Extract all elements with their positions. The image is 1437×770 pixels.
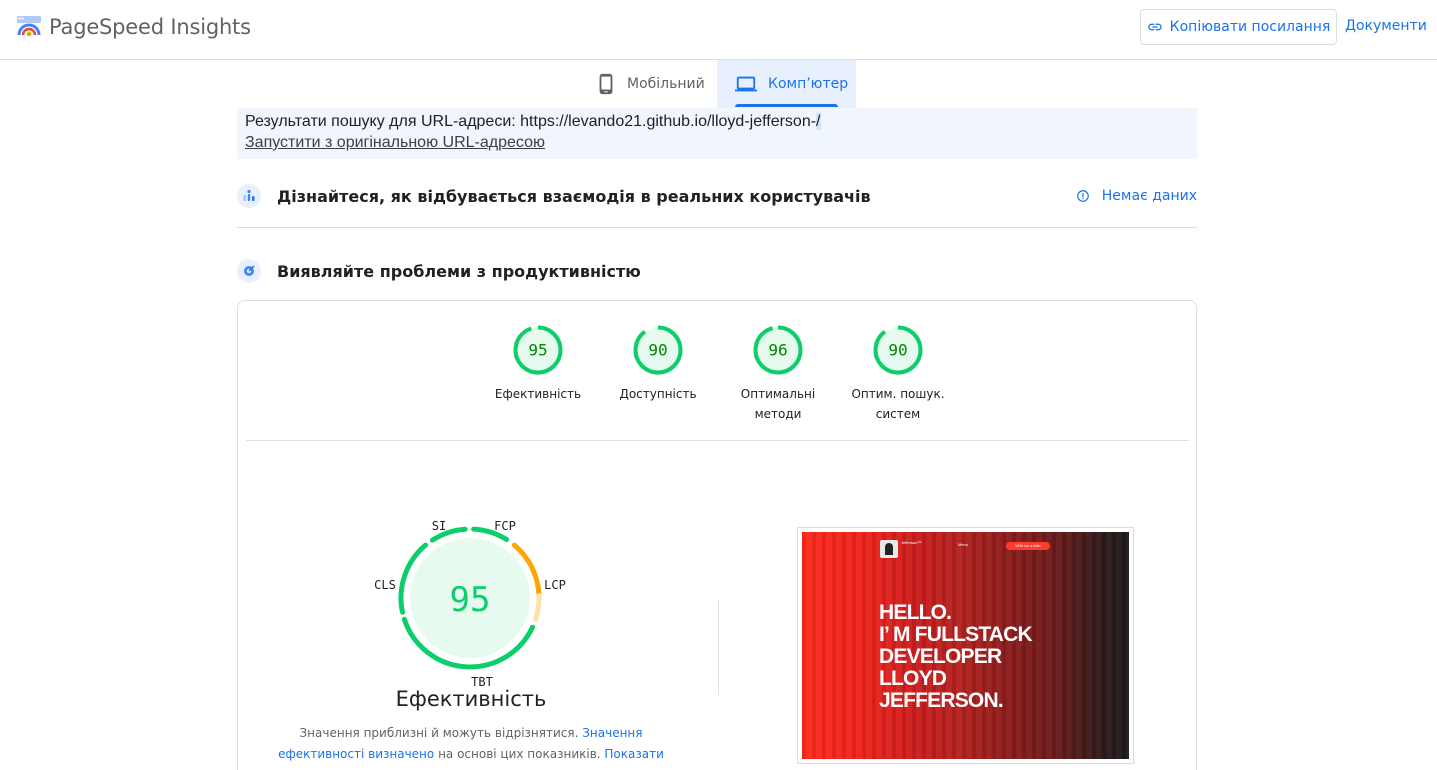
gauge-segment-lcp-rest (533, 593, 542, 622)
no-data-status[interactable]: Немає даних (1076, 188, 1197, 204)
hero-line: DEVELOPER (879, 645, 1002, 668)
site-cta-button: Write me a letter (1006, 542, 1050, 550)
url-prefix: Результати пошуку для URL-адреси: (245, 113, 521, 130)
url-value-end[interactable]: / (816, 113, 821, 130)
url-value[interactable]: https://levando21.github.io/lloyd-jeffer… (520, 113, 816, 130)
pagespeed-logo-icon[interactable] (16, 13, 42, 39)
gauge-seo[interactable]: 90 Оптим. пошук. систем (848, 325, 948, 424)
gauge-label: Доступність (608, 384, 708, 404)
docs-link[interactable]: Документи (1345, 18, 1427, 34)
tab-mobile[interactable]: Мобільний (590, 60, 717, 108)
site-hero-text: HELLO. I’ M FULLSTACK DEVELOPER LLOYD JE… (879, 601, 1033, 712)
link-icon (1148, 23, 1162, 31)
gauge-best-practices[interactable]: 96 Оптимальні методи (728, 325, 828, 424)
diagnose-section: Виявляйте проблеми з продуктивністю (237, 259, 1197, 283)
gauge-label: Оптим. пошук. систем (848, 384, 948, 424)
score-gauges: 95 Ефективність 90 Доступність 96 Оптима… (238, 325, 1196, 425)
gauge-ring: 90 (873, 325, 923, 375)
copy-link-button[interactable]: Копіювати посилання (1140, 9, 1337, 45)
performance-note: Значення приблизні й можуть відрізнятися… (263, 723, 679, 770)
gauge-label-line: Ефективність (494, 387, 582, 401)
field-data-section: Дізнайтеся, як відбувається взаємодія в … (237, 184, 1197, 208)
card-divider (246, 440, 1189, 441)
site-avatar (880, 540, 898, 558)
top-bar: PageSpeed Insights Копіювати посилання Д… (0, 0, 1437, 60)
info-icon (1076, 190, 1089, 202)
metric-label-si: SI (432, 519, 446, 533)
diagnose-title: Виявляйте проблеми з продуктивністю (277, 261, 641, 281)
tab-mobile-label: Мобільний (627, 76, 705, 92)
tab-desktop-label: Комп’ютер (768, 76, 849, 92)
hero-line: LLOYD (879, 667, 947, 690)
lighthouse-report-card: 95 Ефективність 90 Доступність 96 Оптима… (237, 300, 1197, 770)
gauge-label-line: Оптимальні (740, 387, 816, 401)
url-line: Результати пошуку для URL-адреси: https:… (245, 111, 1189, 132)
tab-desktop[interactable]: Комп’ютер (717, 60, 856, 108)
hero-line: I’ M FULLSTACK (879, 623, 1033, 646)
final-screenshot[interactable]: Jefferson™ Menu Write me a letter HELLO.… (797, 527, 1134, 764)
page-screenshot-image: Jefferson™ Menu Write me a letter HELLO.… (802, 532, 1129, 759)
section-divider (237, 227, 1197, 228)
performance-score: 95 (450, 580, 491, 620)
gauge-label-line: Оптим. пошук. (851, 387, 945, 401)
active-tab-indicator (735, 104, 838, 107)
site-name: Jefferson™ (901, 540, 922, 545)
brand-title[interactable]: PageSpeed Insights (49, 15, 251, 39)
gauge-value: 96 (768, 341, 787, 360)
gauge-performance[interactable]: 95 Ефективність (488, 325, 588, 404)
gauge-ring: 96 (753, 325, 803, 375)
field-data-title: Дізнайтеся, як відбувається взаємодія в … (277, 186, 871, 206)
gauge-label-line: Доступність (619, 387, 697, 401)
no-data-label: Немає даних (1101, 188, 1197, 204)
gauge-label-line: систем (875, 407, 921, 421)
hero-line: JEFFERSON. (879, 689, 1004, 712)
gauge-value: 90 (648, 341, 667, 360)
metric-label-lcp: LCP (544, 578, 566, 592)
performance-metrics-gauge[interactable]: 95 SI FCP LCP TBT CLS (368, 516, 574, 691)
smartphone-icon (599, 73, 613, 95)
url-results-box: Результати пошуку для URL-адреси: https:… (237, 108, 1197, 159)
note-text: на основі цих показників. (434, 747, 605, 761)
users-chart-icon (237, 184, 261, 208)
gauge-label-line: методи (754, 407, 802, 421)
gauge-value: 90 (888, 341, 907, 360)
performance-title: Ефективність (395, 687, 547, 711)
lighthouse-icon (237, 259, 261, 283)
site-menu: Menu (958, 542, 969, 547)
run-original-url-link[interactable]: Запустити з оригінальною URL-адресою (245, 132, 1189, 153)
metric-label-fcp: FCP (494, 519, 516, 533)
gauge-accessibility[interactable]: 90 Доступність (608, 325, 708, 404)
hero-line: HELLO. (879, 601, 952, 624)
gauge-label: Ефективність (488, 384, 588, 404)
laptop-icon (735, 76, 757, 92)
gauge-label: Оптимальні методи (728, 384, 828, 424)
gauge-ring: 95 (513, 325, 563, 375)
note-text: Значення приблизні й можуть відрізнятися… (299, 726, 583, 740)
gauge-ring: 90 (633, 325, 683, 375)
metric-label-cls: CLS (374, 578, 396, 592)
vertical-separator (718, 599, 719, 695)
copy-link-label: Копіювати посилання (1169, 19, 1331, 35)
gauge-value: 95 (528, 341, 547, 360)
